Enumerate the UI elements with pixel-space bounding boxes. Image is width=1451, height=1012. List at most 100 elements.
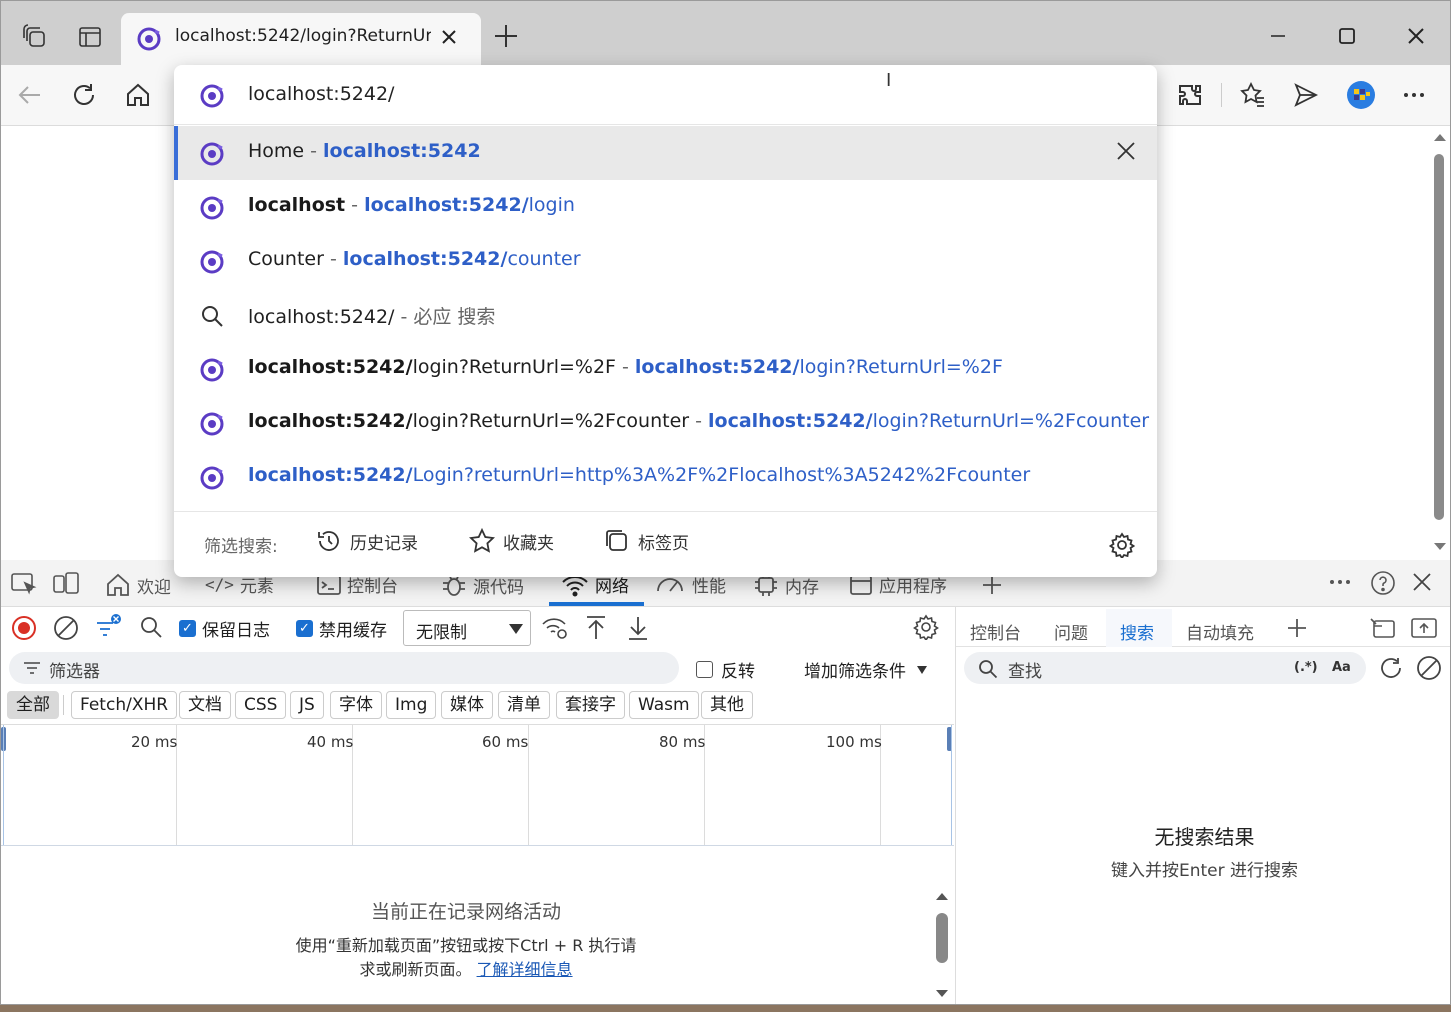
settings-gear-icon[interactable] (1108, 532, 1136, 563)
home-icon[interactable] (123, 80, 153, 110)
import-har-icon[interactable] (585, 615, 607, 641)
regex-toggle[interactable]: (.*) (1294, 660, 1318, 675)
extensions-icon[interactable] (1176, 80, 1206, 110)
throttling-select[interactable]: 无限制 (403, 610, 531, 646)
blazor-favicon-icon (137, 27, 161, 56)
suggestion-url-rest: login?ReturnUrl=%2F (799, 356, 1003, 378)
code-tag-icon: </> (205, 575, 234, 594)
refresh-icon[interactable] (69, 80, 99, 110)
close-devtools-icon[interactable] (1411, 571, 1433, 593)
scroll-up-icon (1434, 134, 1446, 141)
chip-font[interactable]: 字体 (330, 691, 382, 719)
remove-suggestion-icon[interactable] (1115, 140, 1137, 167)
network-panel: ✓ 保留日志 ✓ 禁用缓存 无限制 筛选器 反转 增加筛选条件 全部 Fetch/X… (1, 607, 954, 1004)
search-icon (200, 304, 224, 333)
share-icon[interactable] (1291, 80, 1321, 110)
search-placeholder: 查找 (1008, 662, 1042, 682)
learn-more-link[interactable]: 了解详细信息 (477, 960, 573, 979)
chip-other[interactable]: 其他 (701, 691, 753, 719)
favorites-filter-button[interactable]: 收藏夹 (469, 528, 554, 554)
chip-doc[interactable]: 文档 (179, 691, 231, 719)
chip-wasm[interactable]: Wasm (629, 691, 699, 719)
suggestion-title: Home (248, 140, 305, 162)
search-icon[interactable] (139, 615, 163, 639)
drawer-tab-autofill[interactable]: 自动填充 (1186, 619, 1254, 644)
favorites-icon[interactable] (1238, 80, 1268, 110)
page-scrollbar[interactable] (1429, 126, 1450, 560)
new-tab-icon[interactable] (493, 23, 519, 54)
chip-fetch-xhr[interactable]: Fetch/XHR (71, 691, 178, 719)
close-window-icon[interactable] (1401, 21, 1431, 51)
network-timeline-overview: 20 ms 40 ms 60 ms 80 ms 100 ms (1, 724, 954, 846)
disable-cache-checkbox[interactable]: ✓ 禁用缓存 (296, 616, 387, 641)
more-menu-icon[interactable] (1399, 80, 1429, 110)
preserve-log-checkbox[interactable]: ✓ 保留日志 (179, 616, 270, 641)
clear-icon[interactable] (53, 615, 79, 641)
drawer-tab-issues[interactable]: 问题 (1054, 619, 1088, 644)
add-drawer-tab-icon[interactable] (1286, 617, 1308, 639)
more-filters-dropdown[interactable]: 增加筛选条件 (804, 657, 928, 682)
chip-divider (63, 695, 64, 715)
network-scrollbar[interactable] (931, 889, 953, 1003)
scroll-thumb[interactable] (1434, 154, 1444, 520)
network-settings-gear-icon[interactable] (913, 614, 939, 640)
chip-img[interactable]: Img (386, 691, 437, 719)
chip-manifest[interactable]: 清单 (498, 691, 550, 719)
match-case-toggle[interactable]: Aa (1332, 660, 1351, 675)
clear-search-icon[interactable] (1416, 655, 1442, 681)
filter-input[interactable]: 筛选器 (9, 652, 679, 684)
help-icon[interactable] (1370, 570, 1396, 596)
chip-websocket[interactable]: 套接字 (556, 691, 625, 719)
caret-down-icon (917, 665, 927, 674)
add-tab-icon[interactable] (981, 574, 1003, 596)
suggestion-item[interactable]: localhost:5242/ - 必应 搜索 (174, 288, 1157, 342)
back-arrow-icon[interactable] (15, 80, 45, 110)
chip-media[interactable]: 媒体 (441, 691, 493, 719)
drawer-tab-search[interactable]: 搜索 (1120, 619, 1154, 644)
vertical-tabs-icon[interactable] (76, 23, 104, 51)
chip-js[interactable]: JS (290, 691, 324, 719)
suggestion-item[interactable]: localhost - localhost:5242/login (174, 180, 1157, 234)
invert-checkbox[interactable]: 反转 (696, 657, 755, 682)
chip-all[interactable]: 全部 (7, 691, 59, 719)
tab-welcome[interactable]: 欢迎 (105, 572, 171, 598)
active-tab[interactable]: localhost:5242/login?ReturnUrl= (121, 13, 481, 65)
chip-css[interactable]: CSS (235, 691, 287, 719)
disable-cache-label: 禁用缓存 (319, 621, 387, 641)
suggestion-search-engine: 必应 搜索 (413, 306, 496, 328)
close-tab-icon[interactable] (439, 27, 459, 52)
tabs-filter-button[interactable]: 标签页 (604, 528, 689, 554)
move-drawer-icon[interactable] (1410, 617, 1438, 639)
suggestion-item[interactable]: localhost:5242/login?ReturnUrl=%2F - loc… (174, 342, 1157, 396)
suggestion-item[interactable]: Home - localhost:5242 (174, 126, 1157, 180)
scroll-thumb[interactable] (936, 913, 948, 963)
maximize-icon[interactable] (1332, 21, 1362, 51)
suggestion-title-bold: localhost:5242/ (248, 356, 413, 378)
suggestion-url-bold: localhost:5242/ (248, 464, 413, 486)
suggestion-item[interactable]: localhost:5242/Login?returnUrl=http%3A%2… (174, 450, 1157, 504)
inspect-element-icon[interactable] (11, 572, 37, 596)
history-filter-button[interactable]: 历史记录 (316, 528, 418, 554)
suggestion-item[interactable]: localhost:5242/login?ReturnUrl=%2Fcounte… (174, 396, 1157, 450)
timeline-tick-label: 40 ms (307, 733, 354, 751)
suggestion-url-bold: localhost:5242/ (708, 410, 873, 432)
drawer-tab-console[interactable]: 控制台 (970, 619, 1021, 644)
filter-toggle-icon[interactable] (95, 613, 123, 641)
minimize-icon[interactable] (1263, 21, 1293, 51)
export-har-icon[interactable] (627, 615, 649, 641)
suggestion-item[interactable]: Counter - localhost:5242/counter (174, 234, 1157, 288)
network-conditions-icon[interactable] (541, 615, 569, 641)
workspaces-icon[interactable] (21, 23, 49, 51)
address-bar-dropdown: localhost:5242/ I Home - localhost:5242 … (174, 65, 1157, 577)
address-input[interactable]: localhost:5242/ (248, 83, 394, 105)
more-tools-icon[interactable] (1329, 578, 1351, 586)
refresh-search-icon[interactable] (1378, 655, 1404, 681)
profile-avatar[interactable] (1346, 80, 1376, 110)
record-stop-icon[interactable] (11, 615, 37, 641)
drawer-search-input[interactable]: 查找 (.*) Aa (964, 652, 1366, 684)
tab-strip: localhost:5242/login?ReturnUrl= (1, 1, 1450, 65)
dock-drawer-icon[interactable] (1370, 617, 1396, 639)
history-label: 历史记录 (350, 533, 418, 554)
address-bar[interactable]: localhost:5242/ I (174, 65, 1157, 125)
device-emulation-icon[interactable] (53, 572, 79, 596)
